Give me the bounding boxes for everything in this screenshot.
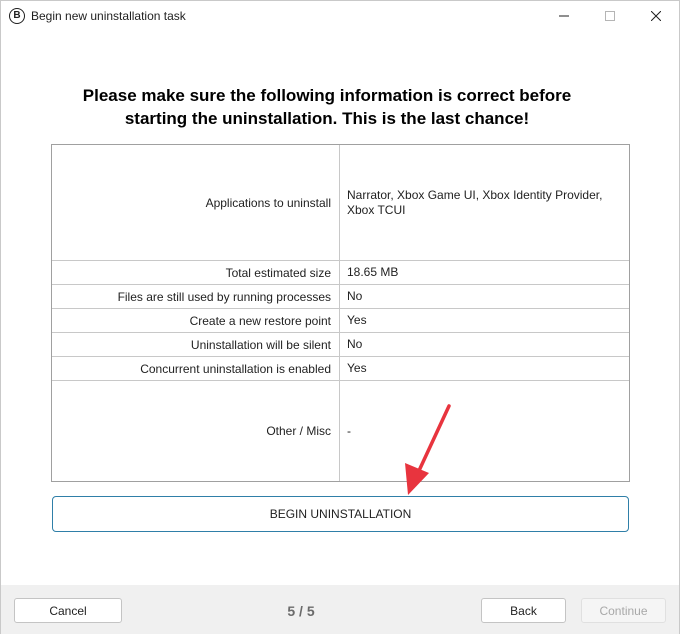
summary-table: Applications to uninstall Narrator, Xbox…	[51, 144, 630, 482]
table-row: Other / Misc -	[52, 381, 629, 481]
table-row: Total estimated size 18.65 MB	[52, 261, 629, 285]
maximize-button[interactable]	[587, 1, 633, 31]
wizard-footer: Cancel 5 / 5 Back Continue	[1, 585, 679, 634]
table-row: Applications to uninstall Narrator, Xbox…	[52, 145, 629, 261]
row-label: Other / Misc	[52, 381, 340, 481]
close-button[interactable]	[633, 1, 679, 31]
row-label: Files are still used by running processe…	[52, 285, 340, 308]
row-value: No	[347, 289, 363, 303]
continue-button[interactable]: Continue	[581, 598, 666, 623]
confirmation-heading: Please make sure the following informati…	[1, 84, 653, 130]
row-value: Narrator, Xbox Game UI, Xbox Identity Pr…	[347, 187, 603, 217]
uninstall-wizard-window: B Begin new uninstallation task Please m…	[0, 0, 680, 634]
window-title: Begin new uninstallation task	[31, 9, 186, 23]
table-row: Files are still used by running processe…	[52, 285, 629, 309]
title-bar: B Begin new uninstallation task	[1, 1, 679, 31]
row-label: Applications to uninstall	[52, 145, 340, 260]
table-row: Concurrent uninstallation is enabled Yes	[52, 357, 629, 381]
app-logo-icon: B	[9, 8, 25, 24]
row-label: Uninstallation will be silent	[52, 333, 340, 356]
row-value: No	[347, 337, 363, 351]
row-value: 18.65 MB	[347, 265, 399, 279]
row-label: Concurrent uninstallation is enabled	[52, 357, 340, 380]
minimize-button[interactable]	[541, 1, 587, 31]
table-row: Uninstallation will be silent No	[52, 333, 629, 357]
begin-uninstallation-button[interactable]: BEGIN UNINSTALLATION	[52, 496, 629, 532]
heading-line-1: Please make sure the following informati…	[82, 86, 572, 105]
close-icon	[651, 11, 661, 21]
row-value: Yes	[347, 313, 367, 327]
row-value: -	[347, 423, 351, 438]
row-value: Yes	[347, 361, 367, 375]
row-label: Total estimated size	[52, 261, 340, 284]
cancel-button[interactable]: Cancel	[14, 598, 122, 623]
table-row: Create a new restore point Yes	[52, 309, 629, 333]
row-label: Create a new restore point	[52, 309, 340, 332]
step-indicator: 5 / 5	[287, 603, 315, 619]
maximize-icon	[605, 11, 615, 21]
back-button[interactable]: Back	[481, 598, 566, 623]
minimize-icon	[559, 15, 569, 17]
heading-line-2: starting the uninstallation. This is the…	[124, 109, 530, 128]
